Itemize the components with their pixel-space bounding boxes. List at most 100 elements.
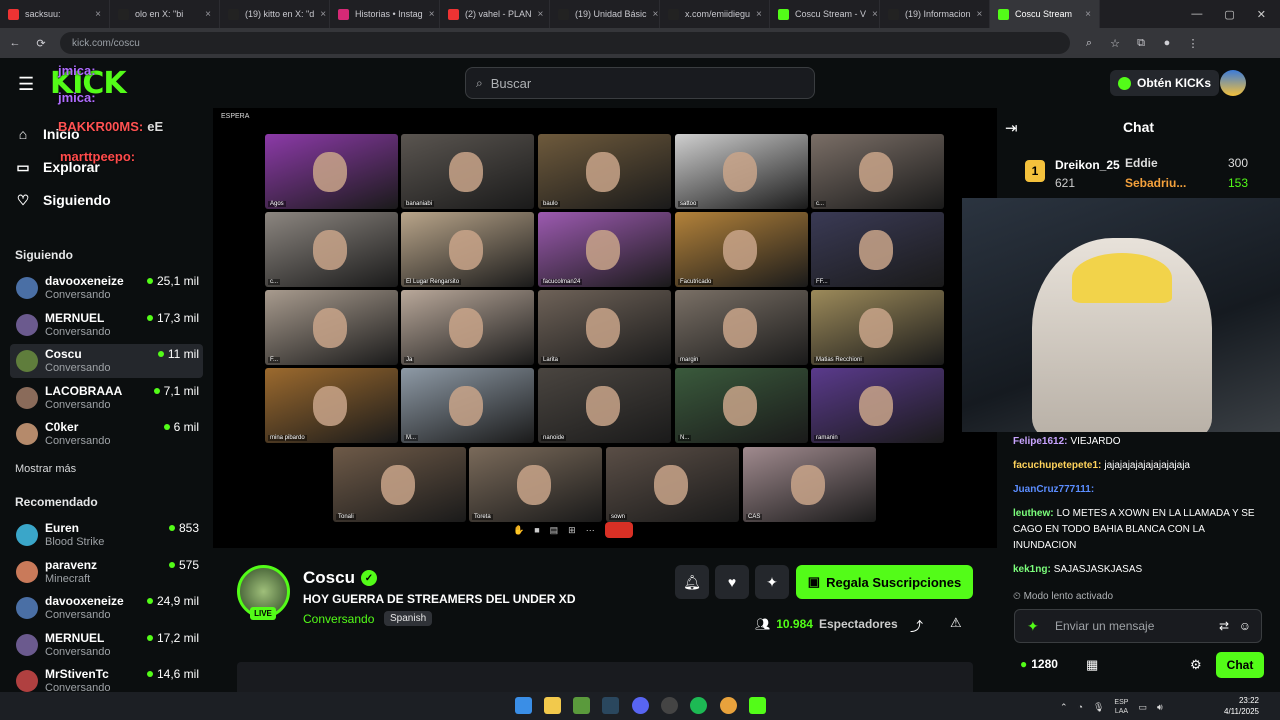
sidebar-channel[interactable]: MERNUEL Conversando 17,3 mil — [10, 308, 203, 342]
start-icon[interactable] — [515, 697, 532, 714]
overlay-chat-text: eE — [147, 119, 164, 134]
extensions-icon[interactable]: ⧉ — [1134, 36, 1148, 50]
tab-close-icon[interactable]: × — [1085, 9, 1091, 20]
sidebar-channel[interactable]: MERNUEL Conversando 17,2 mil — [10, 628, 203, 662]
tab-close-icon[interactable]: × — [977, 9, 983, 20]
channel-points[interactable]: ● 1280 — [1020, 657, 1058, 671]
obs-icon[interactable] — [661, 697, 678, 714]
tab-close-icon[interactable]: × — [205, 9, 211, 20]
streamer-name[interactable]: Coscu ✓ — [303, 568, 377, 588]
chat-username[interactable]: facuchupetepete1: — [1013, 460, 1101, 471]
url-field[interactable]: kick.com/coscu — [60, 32, 1070, 54]
channel-text: MrStivenTc Conversando — [45, 667, 110, 695]
sidebar-channel[interactable]: LACOBRAAA Conversando 7,1 mil — [10, 381, 203, 415]
channel-viewers: 25,1 mil — [146, 274, 199, 288]
gift-subs-button[interactable]: ▣ Regala Suscripciones — [796, 565, 973, 599]
clock[interactable]: 23:22 4/11/2025 — [1224, 695, 1259, 717]
tray-chevron-icon[interactable]: ⌃ — [1060, 702, 1068, 713]
mic-icon[interactable]: 🎙︎ — [1093, 702, 1104, 713]
stream-title: HOY GUERRA DE STREAMERS DEL UNDER XD — [303, 592, 576, 606]
browser-tab[interactable]: (19) Informacion × — [880, 0, 990, 28]
file-explorer-icon[interactable] — [544, 697, 561, 714]
tab-close-icon[interactable]: × — [95, 9, 101, 20]
browser-tab[interactable]: olo en X: "bi × — [110, 0, 220, 28]
participant-face — [313, 386, 347, 426]
browser-tab[interactable]: (19) kitto en X: "d × — [220, 0, 330, 28]
zoom-icon[interactable]: ⌕ — [1082, 36, 1096, 50]
leader-2-name[interactable]: Eddie — [1125, 156, 1158, 170]
browser-tab[interactable]: (19) Unidad Básic × — [550, 0, 660, 28]
tab-close-icon[interactable]: × — [653, 9, 659, 20]
tab-close-icon[interactable]: × — [320, 9, 326, 20]
close-window-icon[interactable]: ✕ — [1257, 8, 1266, 21]
leader-1-name[interactable]: Dreikon_25 — [1055, 158, 1120, 172]
follow-button[interactable]: ♥ — [715, 565, 749, 599]
share-icon[interactable]: ⤴ — [910, 616, 923, 635]
send-chat-button[interactable]: Chat — [1216, 652, 1264, 678]
volume-icon[interactable]: 🔊︎ — [1157, 702, 1163, 713]
app-icon[interactable] — [573, 697, 590, 714]
url-text: kick.com/coscu — [72, 37, 140, 49]
menu-icon[interactable]: ☰ — [18, 74, 34, 95]
channel-text: paravenz Minecraft — [45, 558, 97, 586]
tab-close-icon[interactable]: × — [756, 9, 762, 20]
discord-icon[interactable] — [632, 697, 649, 714]
back-icon[interactable]: ← — [8, 36, 22, 50]
sidebar-channel[interactable]: paravenz Minecraft 575 — [10, 555, 203, 589]
spotify-icon[interactable] — [690, 697, 707, 714]
browser-tab[interactable]: (2) vahel - PLAN × — [440, 0, 550, 28]
sidebar-channel[interactable]: C0ker Conversando 6 mil — [10, 417, 203, 451]
video-player[interactable]: ESPERA Agos bananiabi baulo sattoo c... c... E… — [213, 108, 997, 548]
language-tag[interactable]: Spanish — [384, 611, 433, 626]
steam-icon[interactable] — [602, 697, 619, 714]
participant-name: nanoide — [541, 435, 567, 441]
kick-app-icon[interactable] — [749, 697, 766, 714]
chrome-icon[interactable] — [720, 697, 737, 714]
chat-username[interactable]: leuthew: — [1013, 508, 1054, 519]
tab-close-icon[interactable]: × — [429, 9, 435, 20]
minimize-icon[interactable]: — — [1191, 8, 1202, 21]
nav-following[interactable]: ♡ Siguiendo — [15, 192, 111, 209]
browser-tab[interactable]: Historias • Instag × — [330, 0, 440, 28]
avatar — [16, 560, 38, 583]
sidebar-channel[interactable]: davooxeneize Conversando 24,9 mil — [10, 591, 203, 625]
browser-tab[interactable]: sacksuu: × — [0, 0, 110, 28]
tab-close-icon[interactable]: × — [872, 9, 878, 20]
chat-username[interactable]: kek1ng: — [1013, 564, 1051, 575]
translate-icon[interactable]: ⇄ — [1219, 619, 1229, 633]
profile-icon[interactable]: ● — [1160, 36, 1174, 50]
leader-3-name[interactable]: Sebadriu... — [1125, 176, 1186, 190]
browser-menu-icon[interactable]: ⋮ — [1186, 36, 1200, 50]
report-icon[interactable]: ⚠ — [950, 615, 962, 631]
browser-tab[interactable]: Coscu Stream - V × — [770, 0, 880, 28]
sparkle-button[interactable]: ✦ — [755, 565, 789, 599]
input-language[interactable]: ESP LAA — [1114, 698, 1128, 716]
reload-icon[interactable]: ⟳ — [34, 36, 48, 50]
sidebar-channel[interactable]: davooxeneize Conversando 25,1 mil — [10, 271, 203, 305]
overlay-chat-user: jmica: — [58, 90, 96, 105]
chat-username[interactable]: Felipe1612: — [1013, 436, 1067, 447]
channel-category: Conversando — [45, 289, 111, 301]
get-kicks-button[interactable]: Obtén KICKs — [1110, 70, 1220, 96]
browser-tab[interactable]: Coscu Stream × — [990, 0, 1100, 28]
sidebar-channel[interactable]: Coscu Conversando 11 mil — [10, 344, 203, 378]
network-icon[interactable]: ▭ — [1138, 702, 1147, 713]
chat-input[interactable]: ✦ Enviar un mensaje ⇄ ☺ — [1014, 609, 1262, 643]
emote-sparkle-icon[interactable]: ✦ — [1027, 618, 1039, 635]
search-input[interactable]: ⌕ Buscar — [465, 67, 815, 99]
emoji-icon[interactable]: ☺ — [1239, 619, 1251, 633]
chat-username[interactable]: JuanCruz777111: — [1013, 484, 1094, 495]
show-more-link[interactable]: Mostrar más — [15, 463, 76, 475]
notifications-button[interactable]: 🔔︎ — [675, 565, 709, 599]
sidebar-channel[interactable]: Euren Blood Strike 853 — [10, 518, 203, 552]
tray-app-icon[interactable]: ◔ — [1078, 702, 1083, 712]
stream-category[interactable]: Conversando — [303, 612, 374, 626]
browser-tab[interactable]: x.com/emiidiegu × — [660, 0, 770, 28]
bookmark-star-icon[interactable]: ☆ — [1108, 36, 1122, 50]
gift-icon[interactable]: ▦ — [1086, 657, 1098, 673]
channel-category: Minecraft — [45, 572, 91, 585]
settings-gear-icon[interactable]: ⚙ — [1190, 657, 1202, 673]
tab-close-icon[interactable]: × — [538, 9, 544, 20]
user-avatar[interactable] — [1220, 70, 1246, 96]
maximize-icon[interactable]: ▢ — [1224, 8, 1234, 21]
